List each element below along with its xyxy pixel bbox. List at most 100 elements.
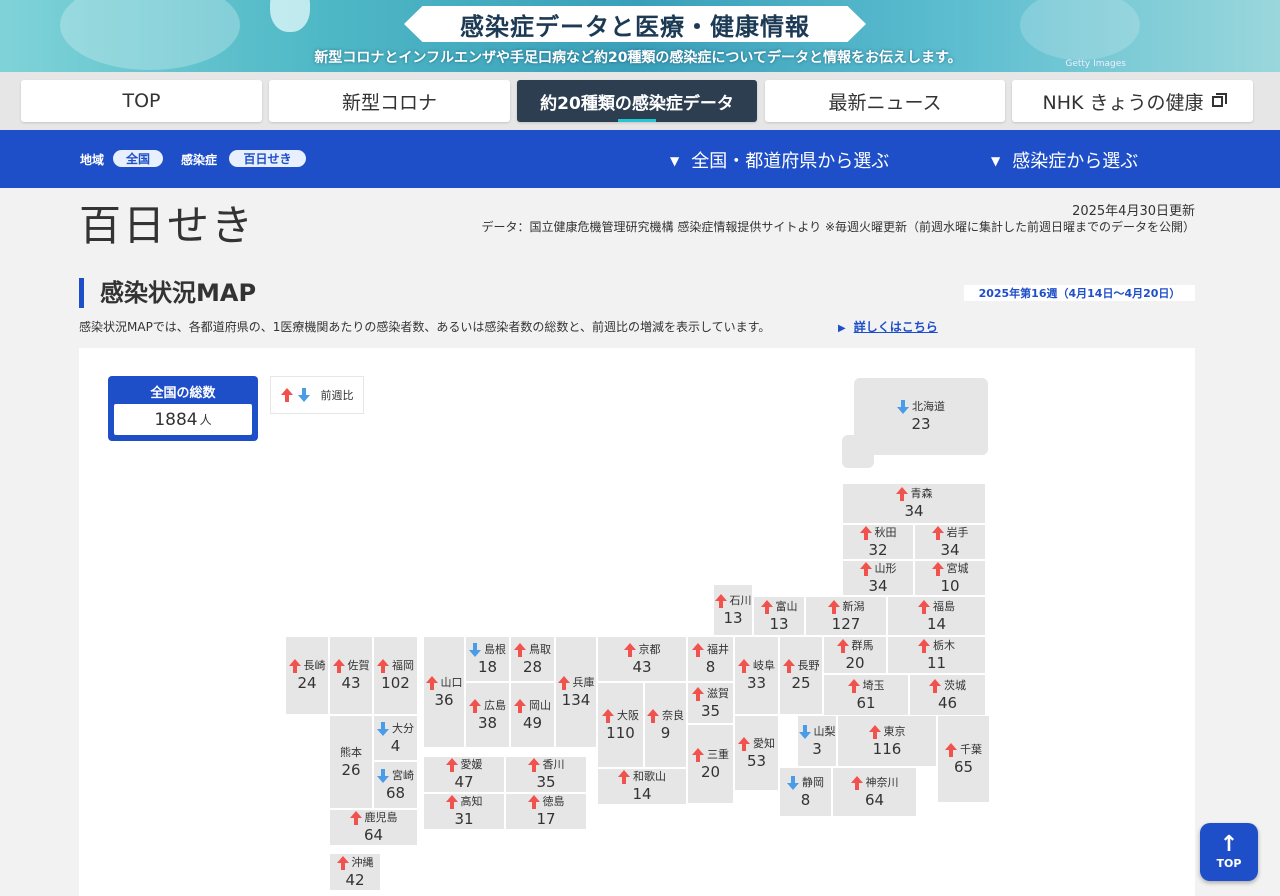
prefecture-value: 47 <box>454 773 474 791</box>
more-info-link[interactable]: ▶ 詳しくはこちら <box>838 318 938 335</box>
prefecture-tile[interactable]: 香川 35 <box>506 757 586 792</box>
prefecture-tile[interactable]: 鳥取 28 <box>511 637 554 681</box>
prefecture-tile[interactable]: 三重 20 <box>688 725 733 803</box>
arrow-up-icon <box>918 638 930 653</box>
back-to-top-button[interactable]: ↑ TOP <box>1200 823 1258 881</box>
prefecture-name: 神奈川 <box>850 775 899 790</box>
prefecture-tile[interactable]: 奈良 9 <box>645 683 686 767</box>
prefecture-value: 14 <box>926 614 947 633</box>
total-number: 1884 <box>154 409 198 430</box>
prefecture-name-label: 栃木 <box>933 638 955 652</box>
prefecture-tile[interactable]: 埼玉 61 <box>824 675 908 715</box>
section-description: 感染状況MAPでは、各都道府県の、1医療機関あたりの感染者数、あるいは感染者数の… <box>79 320 771 334</box>
prefecture-tile[interactable]: 岩手 34 <box>915 525 985 559</box>
tab-label: NHK きょうの健康 <box>1042 91 1204 114</box>
disease-label: 感染症 <box>181 153 218 167</box>
prefecture-tile[interactable]: 滋賀 35 <box>688 683 733 723</box>
prefecture-name-label: 岩手 <box>946 525 969 539</box>
tab-nhk-health[interactable]: NHK きょうの健康 <box>1012 80 1253 122</box>
data-source-note: データ：国立健康危機管理研究機構 感染症情報提供サイトより ※毎週火曜更新（前週… <box>481 220 1195 234</box>
disease-select-button[interactable]: ▼ 感染症から選ぶ <box>991 147 1138 173</box>
prefecture-tile[interactable]: 宮城 10 <box>915 561 985 595</box>
prefecture-name: 青森 <box>895 487 933 501</box>
prefecture-tile[interactable]: 佐賀 43 <box>330 637 372 714</box>
prefecture-name: 福岡 <box>377 659 414 673</box>
prefecture-tile[interactable]: 山形 34 <box>843 561 913 595</box>
prefecture-tile[interactable]: 徳島 17 <box>506 794 586 829</box>
prefecture-tile[interactable]: 和歌山 14 <box>598 769 686 804</box>
prefecture-tile[interactable]: 岡山 49 <box>511 683 554 747</box>
prefecture-tile[interactable]: 京都 43 <box>598 637 686 681</box>
prefecture-name-label: 鳥取 <box>529 642 551 656</box>
prefecture-name: 熊本 <box>340 746 362 760</box>
prefecture-name-label: 埼玉 <box>862 678 885 692</box>
page-title: 百日せき <box>79 201 256 250</box>
prefecture-tile[interactable]: 青森 34 <box>843 484 985 523</box>
prefecture-tile[interactable]: 愛媛 47 <box>424 757 504 792</box>
prefecture-value: 46 <box>937 693 958 712</box>
tab-top[interactable]: TOP <box>21 80 262 122</box>
prefecture-tile[interactable]: 高知 31 <box>424 794 504 829</box>
prefecture-value: 68 <box>385 783 406 802</box>
arrow-up-icon <box>692 686 704 701</box>
prefecture-tile[interactable]: 大阪 110 <box>598 683 643 767</box>
prefecture-tile[interactable]: 宮崎 68 <box>374 762 417 808</box>
prefecture-tile[interactable]: 群馬 20 <box>824 637 886 673</box>
prefecture-tile[interactable]: 山梨 3 <box>798 716 836 766</box>
prefecture-tile[interactable]: 東京 116 <box>838 716 936 766</box>
prefecture-tile[interactable]: 沖縄 42 <box>330 854 380 890</box>
prefecture-tile[interactable]: 福岡 102 <box>374 637 417 714</box>
prefecture-tile[interactable]: 神奈川 64 <box>833 768 916 816</box>
prefecture-tile[interactable]: 茨城 46 <box>910 675 985 715</box>
prefecture-name: 奈良 <box>647 708 684 723</box>
prefecture-tile[interactable]: 新潟 127 <box>806 597 886 635</box>
prefecture-tile[interactable]: 石川 13 <box>714 585 752 635</box>
region-select-button[interactable]: ▼ 全国・都道府県から選ぶ <box>670 147 889 173</box>
prefecture-name: 鹿児島 <box>349 811 398 825</box>
tab-latest-news[interactable]: 最新ニュース <box>765 80 1005 122</box>
prefecture-tile[interactable]: 長野 25 <box>780 637 822 714</box>
site-title[interactable]: 感染症データと医療・健康情報 <box>404 6 866 42</box>
prefecture-name-label: 青森 <box>910 487 933 500</box>
arrow-up-icon <box>602 708 614 723</box>
prefecture-tile[interactable]: 鹿児島 64 <box>330 810 417 845</box>
arrow-up-icon <box>931 561 944 576</box>
back-to-top-label: TOP <box>1216 856 1242 870</box>
prefecture-tile[interactable]: 富山 13 <box>754 597 804 635</box>
tab-covid[interactable]: 新型コロナ <box>269 80 510 122</box>
prefecture-tile[interactable]: 栃木 11 <box>888 637 985 673</box>
prefecture-tile[interactable]: 愛知 53 <box>735 716 778 790</box>
prefecture-name: 栃木 <box>918 638 955 653</box>
prefecture-tile[interactable]: 岐阜 33 <box>735 637 778 714</box>
prefecture-value: 35 <box>536 773 556 791</box>
prefecture-tile[interactable]: 静岡 8 <box>780 768 831 816</box>
photo-credit: Getty Images <box>1065 59 1126 69</box>
prefecture-value: 34 <box>940 540 960 559</box>
prefecture-value: 134 <box>561 690 591 709</box>
prefecture-name: 石川 <box>714 593 752 608</box>
prefecture-tile[interactable]: 福井 8 <box>688 637 733 681</box>
prefecture-name: 福井 <box>692 642 729 657</box>
arrow-up-icon <box>895 487 908 501</box>
prefecture-value: 32 <box>868 540 888 559</box>
arrow-up-icon <box>847 678 860 693</box>
prefecture-tile[interactable]: 兵庫 134 <box>556 637 596 747</box>
prefecture-name: 島根 <box>469 642 506 657</box>
arrow-up-icon <box>557 675 570 690</box>
prefecture-tile[interactable]: 北海道 23 <box>854 378 988 455</box>
prefecture-tile[interactable]: 福島 14 <box>888 597 985 635</box>
prefecture-value: 13 <box>723 608 743 627</box>
arrow-up-icon <box>714 593 727 608</box>
prefecture-value: 42 <box>345 870 365 889</box>
tab-infectious-disease-data[interactable]: 約20種類の感染症データ <box>517 80 757 122</box>
prefecture-tile[interactable]: 島根 18 <box>466 637 509 681</box>
prefecture-tile[interactable]: 広島 38 <box>466 683 509 747</box>
prefecture-tile[interactable]: 大分 4 <box>374 716 417 760</box>
prefecture-tile[interactable]: 千葉 65 <box>938 716 989 802</box>
arrow-down-icon <box>798 724 811 739</box>
prefecture-tile[interactable]: 長崎 24 <box>286 637 328 714</box>
prefecture-tile[interactable]: 熊本 26 <box>330 716 372 808</box>
prefecture-tile[interactable]: 山口 36 <box>424 637 464 747</box>
prefecture-tile[interactable]: 秋田 32 <box>843 525 913 559</box>
prefecture-name-label: 滋賀 <box>707 686 729 700</box>
